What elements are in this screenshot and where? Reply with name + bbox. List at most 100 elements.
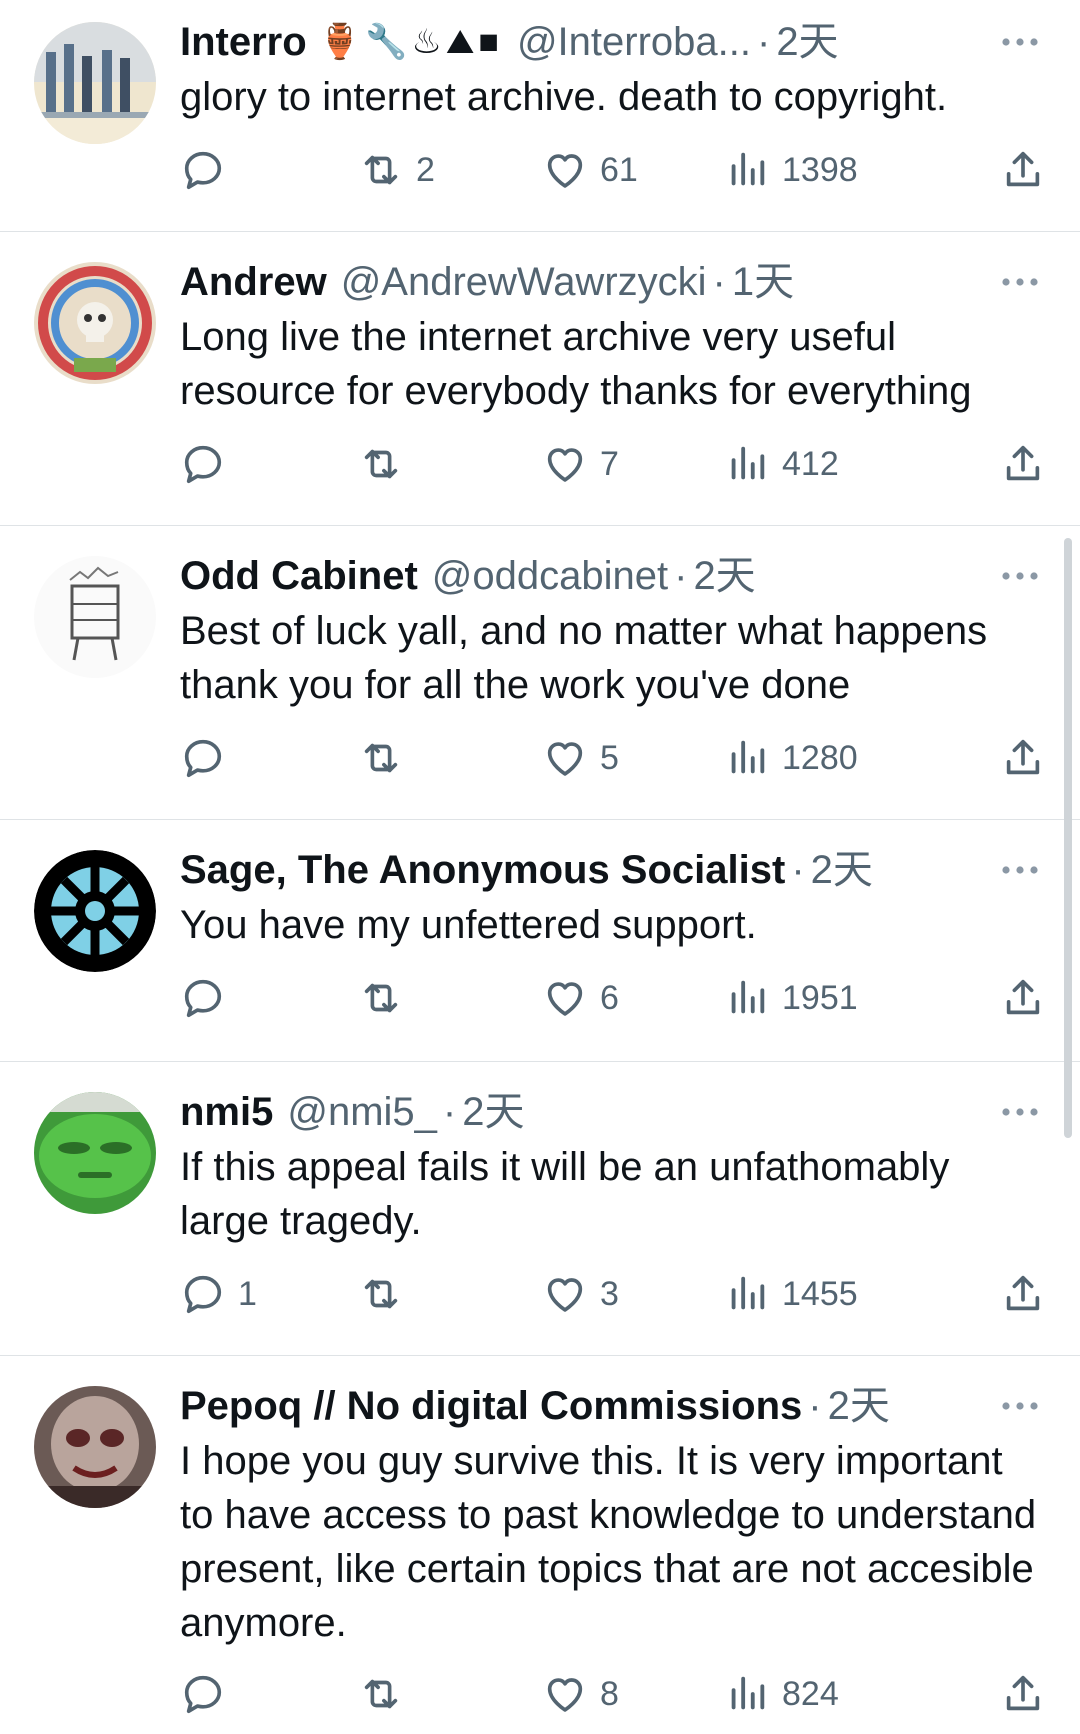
timestamp[interactable]: 2天 [811,842,873,898]
author-name[interactable]: Odd Cabinet [180,548,418,604]
like-button[interactable]: 6 [542,970,619,1026]
like-count: 8 [600,1674,619,1713]
reply-tweet[interactable]: nmi5 @nmi5_ · 2天 If this appeal fails it… [0,1062,1080,1356]
reply-tweet[interactable]: Andrew @AndrewWawrzycki · 1天 Long live t… [0,232,1080,526]
views-button[interactable]: 1455 [724,1266,858,1322]
heart-icon [547,154,583,188]
separator-dot: · [808,1384,822,1428]
like-button[interactable]: 61 [542,142,638,198]
action-bar: 8 824 [180,1666,1050,1722]
view-count: 1455 [782,1274,858,1313]
like-count: 7 [600,444,619,483]
author-name[interactable]: Andrew [180,254,327,310]
author-name[interactable]: Sage, The Anonymous Socialist [180,842,785,898]
author-handle[interactable]: @nmi5_ [287,1084,437,1140]
like-button[interactable]: 8 [542,1666,619,1722]
reply-icon [184,1675,222,1714]
more-icon[interactable] [996,548,1044,604]
reply-button[interactable] [180,730,238,786]
reply-tweet[interactable]: Pepoq // No digital Commissions · 2天 I h… [0,1356,1080,1734]
like-button[interactable]: 3 [542,1266,619,1322]
retweet-button[interactable] [358,1266,416,1322]
more-icon[interactable] [996,1378,1044,1434]
reply-button[interactable] [180,436,238,492]
author-handle[interactable]: @AndrewWawrzycki [341,254,707,310]
share-icon [1006,979,1040,1015]
more-icon[interactable] [996,842,1044,898]
name-emojis: 🏺🔧♨⛰■ [318,23,503,61]
reply-feed: Interro 🏺🔧♨⛰■ @Interroba... · 2天 glory t… [0,0,1080,1734]
like-count: 6 [600,978,619,1017]
author-name[interactable]: nmi5 [180,1084,273,1140]
action-bar: 2 61 1398 [180,142,1050,198]
views-button[interactable]: 1280 [724,730,858,786]
author-handle[interactable]: @Interroba... [517,14,751,70]
retweet-button[interactable] [358,970,416,1026]
retweet-button[interactable] [358,436,416,492]
timestamp[interactable]: 2天 [776,14,838,70]
like-button[interactable]: 5 [542,730,619,786]
heart-icon [547,1278,583,1312]
avatar[interactable] [34,22,156,144]
views-icon [731,740,765,774]
retweet-button[interactable] [358,730,416,786]
views-icon [731,980,765,1014]
reply-button[interactable] [180,970,238,1026]
avatar[interactable] [34,1092,156,1214]
retweet-count: 2 [416,150,435,189]
views-button[interactable]: 1398 [724,142,858,198]
share-button[interactable] [1000,730,1046,786]
avatar[interactable] [34,556,156,678]
view-count: 824 [782,1674,839,1713]
like-count: 61 [600,150,638,189]
reply-icon [184,979,222,1018]
share-button[interactable] [1000,1666,1046,1722]
avatar[interactable] [34,1386,156,1508]
more-icon[interactable] [996,1084,1044,1140]
reply-icon [184,151,222,190]
share-button[interactable] [1000,970,1046,1026]
author-name[interactable]: Interro [180,14,307,70]
share-button[interactable] [1000,436,1046,492]
retweet-button[interactable]: 2 [358,142,435,198]
retweet-button[interactable] [358,1666,416,1722]
share-icon [1006,445,1040,481]
more-icon[interactable] [996,14,1044,70]
retweet-icon [364,449,398,479]
timestamp[interactable]: 2天 [462,1084,524,1140]
views-button[interactable]: 824 [724,1666,839,1722]
retweet-icon [364,983,398,1013]
reply-tweet[interactable]: Interro 🏺🔧♨⛰■ @Interroba... · 2天 glory t… [0,0,1080,232]
tweet-text: Best of luck yall, and no matter what ha… [180,609,988,707]
reply-button[interactable]: 1 [180,1266,257,1322]
reply-button[interactable] [180,142,238,198]
avatar[interactable] [34,850,156,972]
share-button[interactable] [1000,1266,1046,1322]
separator-dot: · [674,554,688,598]
author-handle[interactable]: @oddcabinet [432,548,668,604]
scrollbar[interactable] [1064,538,1072,1138]
views-button[interactable]: 412 [724,436,839,492]
views-icon [731,1276,765,1310]
reply-tweet[interactable]: Sage, The Anonymous Socialist · 2天 You h… [0,820,1080,1062]
timestamp[interactable]: 2天 [828,1378,890,1434]
more-icon[interactable] [996,254,1044,310]
timestamp[interactable]: 2天 [693,548,755,604]
share-icon [1006,151,1040,187]
timestamp[interactable]: 1天 [732,254,794,310]
like-button[interactable]: 7 [542,436,619,492]
avatar[interactable] [34,262,156,384]
reply-tweet[interactable]: Odd Cabinet @oddcabinet · 2天 Best of luc… [0,526,1080,820]
reply-button[interactable] [180,1666,238,1722]
share-button[interactable] [1000,142,1046,198]
retweet-icon [364,743,398,773]
author-name[interactable]: Pepoq // No digital Commissions [180,1378,802,1434]
tweet-text: You have my unfettered support. [180,903,757,947]
reply-icon [184,445,222,484]
heart-icon [547,742,583,776]
views-button[interactable]: 1951 [724,970,858,1026]
separator-dot: · [791,848,805,892]
heart-icon [547,1678,583,1712]
views-icon [731,1676,765,1710]
separator-dot: · [442,1090,457,1134]
